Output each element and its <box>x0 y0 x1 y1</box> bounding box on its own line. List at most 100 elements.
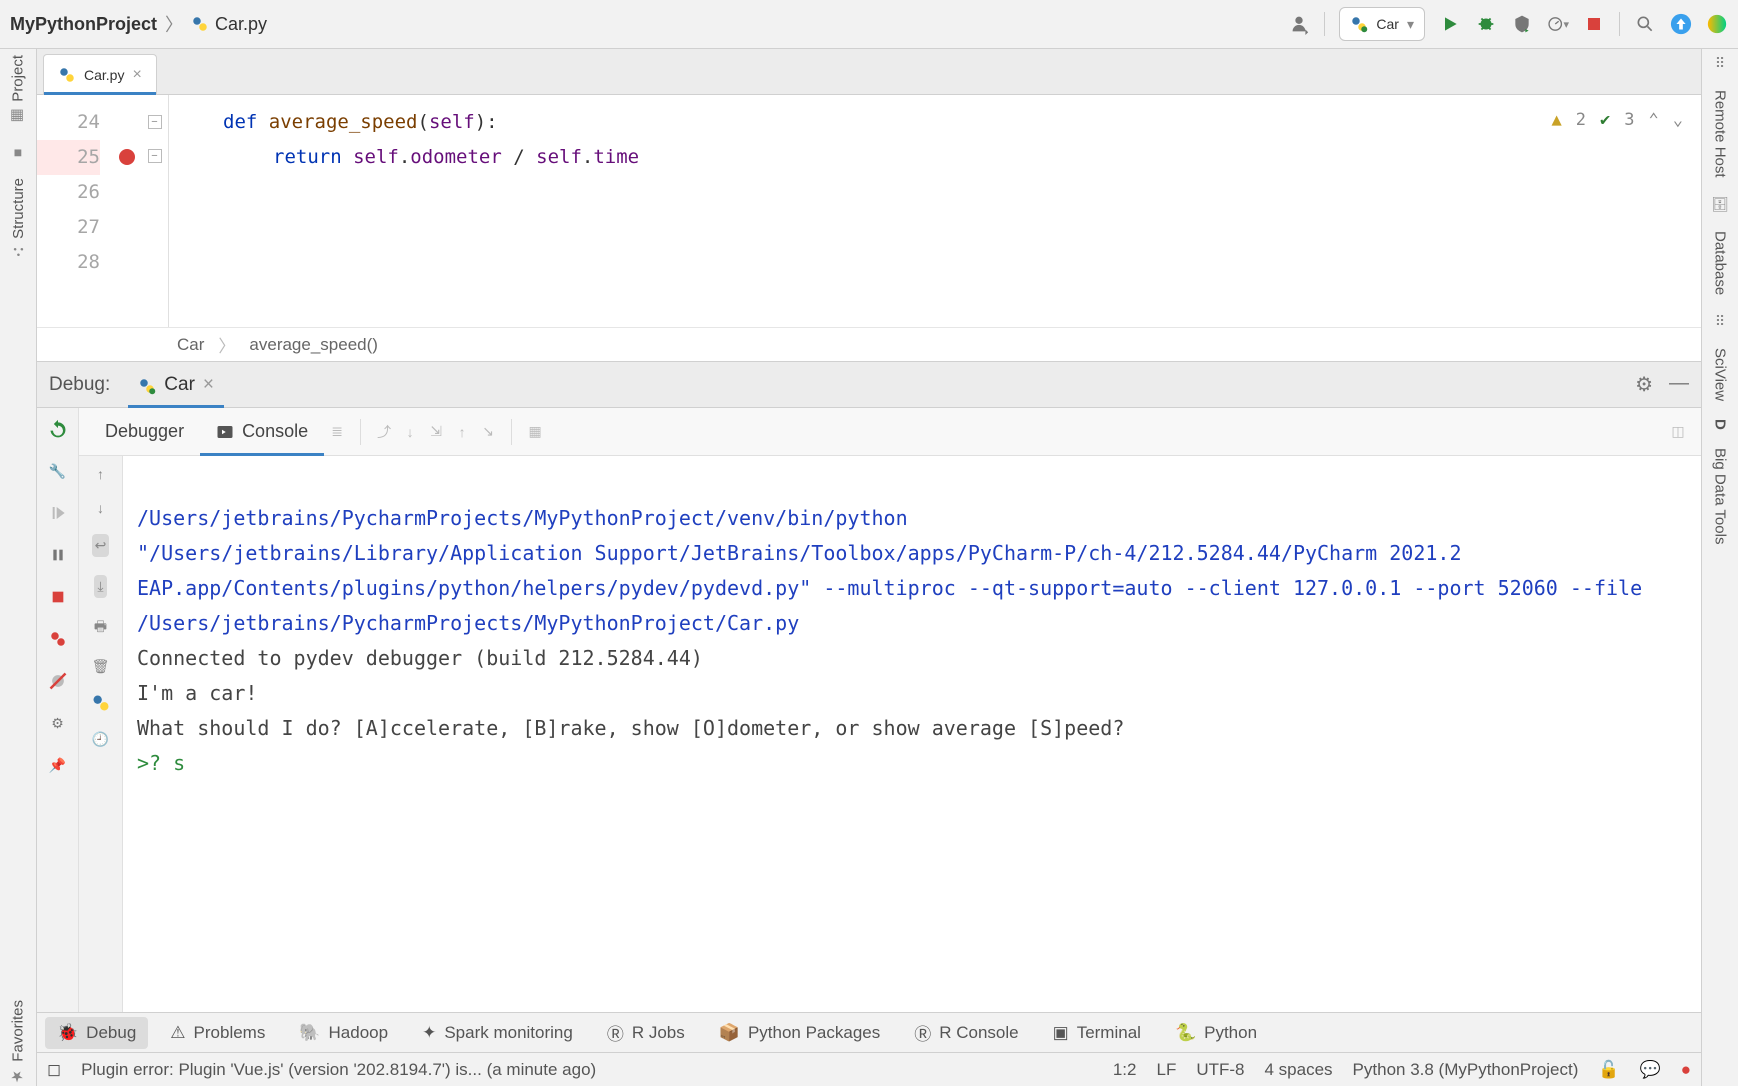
inspection-badges[interactable]: ▲2 ✔3 ⌃ ⌄ <box>1552 103 1684 138</box>
grid-icon[interactable]: ⠿ <box>1715 55 1725 72</box>
console-line: Connected to pydev debugger (build 212.5… <box>137 646 703 670</box>
line-separator[interactable]: LF <box>1156 1060 1176 1080</box>
project-tool[interactable]: ▦Project <box>9 55 27 126</box>
crumb-class[interactable]: Car <box>177 335 204 355</box>
modify-icon[interactable]: 🔧 <box>47 460 69 482</box>
error-icon[interactable]: ● <box>1681 1060 1691 1080</box>
resume-icon[interactable] <box>47 502 69 524</box>
python-icon <box>1350 15 1368 33</box>
run-config-selector[interactable]: Car ▾ <box>1339 7 1425 41</box>
rerun-icon[interactable] <box>47 418 69 440</box>
lock-icon[interactable]: 🔓 <box>1598 1060 1619 1080</box>
tab-hadoop[interactable]: 🐘Hadoop <box>287 1017 400 1049</box>
project-name[interactable]: MyPythonProject <box>10 14 157 35</box>
tab-terminal[interactable]: ▣Terminal <box>1041 1017 1153 1049</box>
layout-icon[interactable]: ◫ <box>1665 423 1691 440</box>
settings-icon[interactable]: ⚙ <box>47 712 69 734</box>
sciview-tool[interactable]: SciView <box>1712 348 1729 401</box>
print-icon[interactable]: 🖶 <box>94 616 107 640</box>
python-file-icon <box>58 66 76 84</box>
up-icon[interactable]: ↑ <box>97 466 104 482</box>
profile-icon[interactable]: ▾ <box>1547 13 1569 35</box>
pause-icon[interactable] <box>47 544 69 566</box>
breakpoint-icon[interactable] <box>119 149 135 165</box>
debug-icon[interactable] <box>1475 13 1497 35</box>
step-out-icon[interactable]: ↑ <box>449 424 475 440</box>
crumb-method[interactable]: average_speed() <box>249 335 378 355</box>
tab-rconsole[interactable]: ⓇR Console <box>902 1014 1030 1051</box>
caret-position[interactable]: 1:2 <box>1113 1060 1137 1080</box>
grid-icon[interactable]: ⠿ <box>1715 313 1725 330</box>
run-icon[interactable] <box>1439 13 1461 35</box>
debugger-tab[interactable]: Debugger <box>89 408 200 455</box>
tab-debug[interactable]: 🐞Debug <box>45 1017 148 1049</box>
close-icon[interactable]: × <box>132 66 141 84</box>
debug-tab-label: Car <box>164 374 195 396</box>
gear-icon[interactable]: ⚙ <box>1635 372 1653 397</box>
breadcrumb-file[interactable]: Car.py <box>191 14 267 35</box>
minimize-icon[interactable]: — <box>1669 372 1689 397</box>
stop-icon[interactable] <box>1583 13 1605 35</box>
stop-icon[interactable] <box>47 586 69 608</box>
d-tool[interactable]: D <box>1712 419 1729 430</box>
structure-tool[interactable]: ⛬Structure <box>10 178 27 260</box>
step-into-icon[interactable]: ↓ <box>397 424 423 440</box>
user-icon[interactable] <box>1288 13 1310 35</box>
database-icon[interactable]: 🗄 <box>1711 196 1729 213</box>
console-input[interactable]: s <box>173 751 185 775</box>
tab-problems[interactable]: ⚠Problems <box>158 1017 277 1049</box>
jetbrains-icon[interactable] <box>1706 13 1728 35</box>
check-icon[interactable]: ✔ <box>1600 103 1610 138</box>
tab-spark[interactable]: ✦Spark monitoring <box>410 1017 585 1049</box>
interpreter[interactable]: Python 3.8 (MyPythonProject) <box>1353 1060 1579 1080</box>
python-file-icon <box>191 15 209 33</box>
fold-icon[interactable]: − <box>148 115 162 129</box>
python-console-icon[interactable] <box>91 693 111 713</box>
encoding[interactable]: UTF-8 <box>1196 1060 1244 1080</box>
tab-rjobs[interactable]: ⓇR Jobs <box>595 1014 697 1051</box>
clear-icon[interactable]: 🗑 <box>92 658 110 675</box>
scroll-end-icon[interactable]: ⤓ <box>94 575 106 598</box>
package-icon: 📦 <box>719 1023 740 1043</box>
console-tab[interactable]: Console <box>200 408 324 455</box>
database-tool[interactable]: Database <box>1712 231 1729 295</box>
tool-window-icon[interactable]: ◻ <box>47 1060 61 1080</box>
prev-highlight-icon[interactable]: ⌃ <box>1649 103 1659 138</box>
tab-python[interactable]: 🐍Python <box>1163 1017 1269 1049</box>
status-message[interactable]: Plugin error: Plugin 'Vue.js' (version '… <box>81 1060 596 1080</box>
folder-icon[interactable]: ■ <box>14 144 22 160</box>
breakpoint-gutter[interactable] <box>113 95 141 327</box>
view-breakpoints-icon[interactable] <box>47 628 69 650</box>
step-into-my-icon[interactable]: ⇲ <box>423 423 449 440</box>
close-icon[interactable]: × <box>203 374 214 396</box>
remote-host-tool[interactable]: Remote Host <box>1712 90 1729 178</box>
favorites-tool[interactable]: ★Favorites <box>9 1000 27 1086</box>
coverage-icon[interactable] <box>1511 13 1533 35</box>
mute-breakpoints-icon[interactable] <box>47 670 69 692</box>
run-to-cursor-icon[interactable]: ↘ <box>475 423 501 440</box>
debug-session-tab[interactable]: Car × <box>128 362 224 407</box>
warning-icon[interactable]: ▲ <box>1552 103 1562 138</box>
code-editor[interactable]: 24 25 26 27 28 − − def average_speed(sel… <box>37 95 1701 327</box>
code-area[interactable]: def average_speed(self): return self.odo… <box>169 95 1701 327</box>
sync-icon[interactable] <box>1670 13 1692 35</box>
console-output[interactable]: /Users/jetbrains/PycharmProjects/MyPytho… <box>123 456 1701 1012</box>
tab-python-packages[interactable]: 📦Python Packages <box>707 1017 892 1049</box>
pin-icon[interactable]: 📌 <box>47 754 69 776</box>
history-icon[interactable]: 🕘 <box>92 731 109 748</box>
next-highlight-icon[interactable]: ⌄ <box>1673 103 1683 138</box>
indent[interactable]: 4 spaces <box>1265 1060 1333 1080</box>
threads-icon[interactable]: ≣ <box>324 423 350 440</box>
search-icon[interactable] <box>1634 13 1656 35</box>
step-over-icon[interactable]: ⤴ <box>371 422 397 442</box>
editor-tab-car[interactable]: Car.py × <box>43 54 157 94</box>
soft-wrap-icon[interactable]: ↩ <box>92 534 110 557</box>
notifications-icon[interactable]: 💬 <box>1640 1060 1661 1080</box>
down-icon[interactable]: ↓ <box>97 500 104 516</box>
left-tool-gutter: ▦Project ■ ⛬Structure ★Favorites <box>0 49 37 1086</box>
big-data-tool[interactable]: Big Data Tools <box>1712 448 1729 544</box>
evaluate-icon[interactable]: ▦ <box>522 423 548 440</box>
status-bar: ◻ Plugin error: Plugin 'Vue.js' (version… <box>37 1052 1701 1086</box>
fold-icon[interactable]: − <box>148 149 162 163</box>
fold-gutter[interactable]: − − <box>141 95 169 327</box>
